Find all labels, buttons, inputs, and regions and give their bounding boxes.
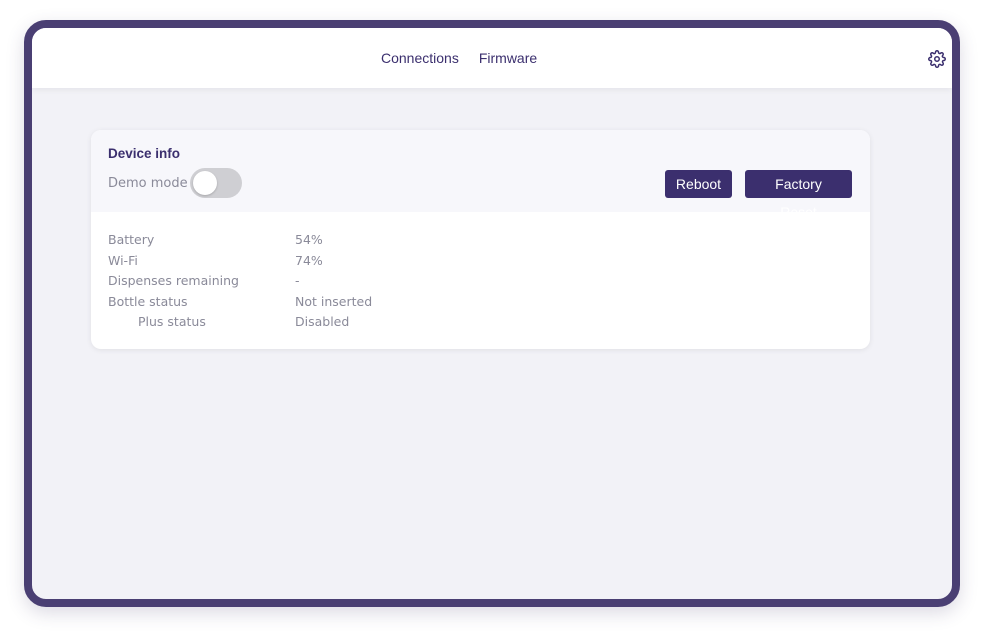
info-value: Disabled [295, 314, 350, 329]
info-row-wifi: Wi-Fi 74% [108, 251, 708, 272]
info-label: Plus status [138, 314, 206, 329]
device-info-card: Device info Demo mode Reboot Factory Res… [91, 130, 870, 349]
info-row-battery: Battery 54% [108, 230, 708, 251]
gear-icon[interactable] [928, 50, 946, 68]
info-row-plus-status: Plus status Disabled [108, 312, 708, 333]
reboot-button[interactable]: Reboot [665, 170, 732, 198]
toggle-knob [193, 171, 217, 195]
device-info-title: Device info [108, 146, 181, 161]
info-value: 54% [295, 232, 323, 247]
demo-mode-label: Demo mode [108, 176, 188, 191]
factory-reset-button[interactable]: Factory Reset [745, 170, 852, 220]
info-value: - [295, 273, 300, 288]
info-label: Bottle status [108, 293, 188, 309]
device-frame: Connections Firmware Device info Demo mo… [24, 20, 960, 607]
info-value: 74% [295, 252, 323, 268]
info-row-dispenses: Dispenses remaining - [108, 271, 708, 292]
demo-mode-toggle[interactable] [190, 168, 242, 198]
info-row-bottle-status: Bottle status Not inserted [108, 292, 708, 313]
info-label: Battery [108, 232, 155, 247]
top-navigation-bar: Connections Firmware [32, 28, 952, 88]
nav-link-connections[interactable]: Connections [381, 50, 459, 66]
nav-links: Connections Firmware [381, 50, 537, 66]
nav-link-firmware[interactable]: Firmware [479, 50, 537, 66]
info-label: Wi-Fi [108, 252, 138, 268]
device-info-header: Device info Demo mode Reboot Factory Res… [91, 130, 870, 220]
device-info-list: Battery 54% Wi-Fi 74% Dispenses remainin… [108, 230, 708, 333]
info-label: Dispenses remaining [108, 273, 239, 288]
info-value: Not inserted [295, 293, 373, 309]
